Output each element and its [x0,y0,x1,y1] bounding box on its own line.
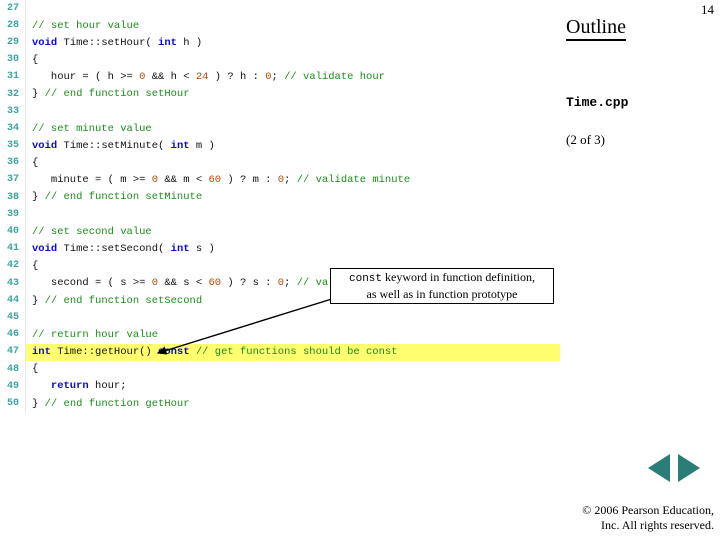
callout-code-keyword: const [349,273,382,285]
code-text [26,206,560,223]
code-line: 38} // end function setMinute [0,189,560,206]
next-slide-button[interactable] [678,454,700,482]
line-number: 33 [0,103,26,120]
code-line: 33 [0,103,560,120]
line-number: 32 [0,86,26,103]
code-text: { [26,155,560,172]
outline-heading: Outline [566,16,626,41]
line-number: 36 [0,155,26,172]
code-text: void Time::setHour( int h ) [26,34,560,51]
code-text: int Time::getHour() const // get functio… [26,344,560,361]
line-number: 48 [0,361,26,378]
code-text [26,309,560,326]
line-number: 46 [0,327,26,344]
code-text: } // end function setHour [26,86,560,103]
line-number: 35 [0,138,26,155]
line-number: 34 [0,120,26,137]
callout-line-2: as well as in function prototype [331,287,553,302]
code-line: 35void Time::setMinute( int m ) [0,138,560,155]
prev-slide-button[interactable] [648,454,670,482]
line-number: 29 [0,34,26,51]
code-line: 48{ [0,361,560,378]
code-line: 36{ [0,155,560,172]
code-text: // set second value [26,223,560,240]
code-line: 31 hour = ( h >= 0 && h < 24 ) ? h : 0; … [0,69,560,86]
code-text: } // end function setMinute [26,189,560,206]
code-line: 40// set second value [0,223,560,240]
code-text: void Time::setMinute( int m ) [26,138,560,155]
code-line: 34// set minute value [0,120,560,137]
line-number: 28 [0,17,26,34]
code-line: 28// set hour value [0,17,560,34]
code-text: } // end function getHour [26,395,560,412]
code-text: // set minute value [26,120,560,137]
code-listing: 2728// set hour value29void Time::setHou… [0,0,560,420]
callout-annotation: const keyword in function definition, as… [330,268,554,304]
copyright-line-1: © 2006 Pearson Education, [554,503,714,519]
code-text: { [26,361,560,378]
line-number: 40 [0,223,26,240]
code-line: 37 minute = ( m >= 0 && m < 60 ) ? m : 0… [0,172,560,189]
line-number: 31 [0,69,26,86]
page-number: 14 [701,2,714,18]
line-number: 47 [0,344,26,361]
code-line: 27 [0,0,560,17]
code-line: 30{ [0,52,560,69]
line-number: 38 [0,189,26,206]
line-number: 49 [0,378,26,395]
code-text: minute = ( m >= 0 && m < 60 ) ? m : 0; /… [26,172,560,189]
line-number: 39 [0,206,26,223]
code-text [26,0,560,17]
code-line: 49 return hour; [0,378,560,395]
line-number: 50 [0,395,26,412]
line-number: 37 [0,172,26,189]
code-line: 47int Time::getHour() const // get funct… [0,344,560,361]
code-line: 39 [0,206,560,223]
line-number: 45 [0,309,26,326]
code-text: // set hour value [26,17,560,34]
code-text: // return hour value [26,327,560,344]
code-text: return hour; [26,378,560,395]
line-number: 42 [0,258,26,275]
code-text: { [26,52,560,69]
code-line: 41void Time::setSecond( int s ) [0,241,560,258]
line-number: 27 [0,0,26,17]
code-line: 50} // end function getHour [0,395,560,412]
code-text: void Time::setSecond( int s ) [26,241,560,258]
line-number: 30 [0,52,26,69]
part-label: (2 of 3) [566,132,712,148]
line-number: 43 [0,275,26,292]
code-line: 45 [0,309,560,326]
line-number: 41 [0,241,26,258]
code-line: 32} // end function setHour [0,86,560,103]
nav-controls [648,454,700,482]
code-text: hour = ( h >= 0 && h < 24 ) ? h : 0; // … [26,69,560,86]
source-file-label: Time.cpp [566,95,712,110]
code-line: 29void Time::setHour( int h ) [0,34,560,51]
code-line: 46// return hour value [0,327,560,344]
copyright-line-2: Inc. All rights reserved. [554,518,714,534]
callout-line1-tail: keyword in function definition, [382,270,535,284]
line-number: 44 [0,292,26,309]
callout-line-1: const keyword in function definition, [331,270,553,287]
copyright-notice: © 2006 Pearson Education, Inc. All right… [554,503,714,534]
code-text [26,103,560,120]
